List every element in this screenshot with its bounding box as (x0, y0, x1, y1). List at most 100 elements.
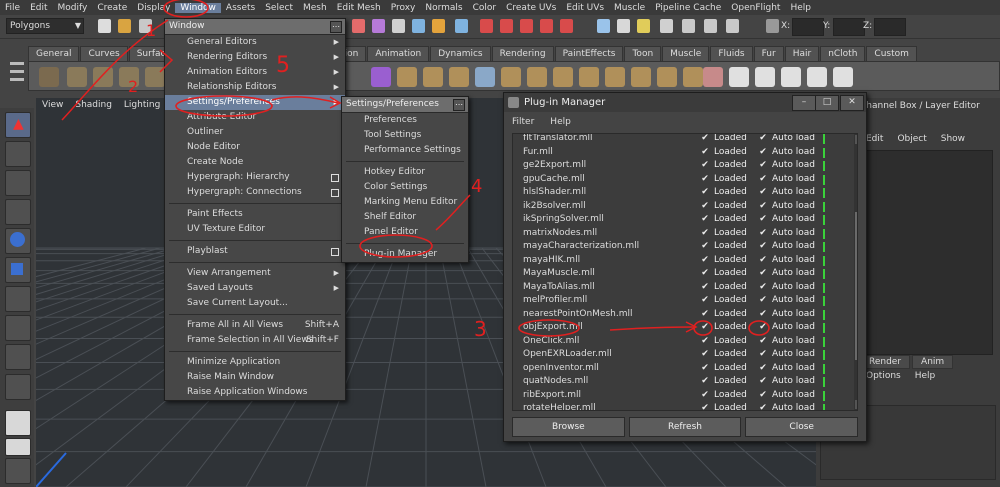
snap-curve-icon[interactable] (500, 19, 513, 33)
checker-icon[interactable] (833, 67, 853, 87)
loaded-checkbox[interactable]: ✔ Loaded (701, 321, 747, 335)
menu-help[interactable]: Help (785, 3, 816, 13)
settings_menu-item-tool-settings[interactable]: Tool Settings (342, 128, 468, 143)
autoload-checkbox[interactable]: ✔ Auto load (759, 402, 815, 410)
loaded-checkbox[interactable]: ✔ Loaded (701, 389, 747, 403)
menu-display[interactable]: Display (132, 3, 175, 13)
menu-edit-uvs[interactable]: Edit UVs (561, 3, 609, 13)
lasso-tool-icon[interactable] (5, 141, 31, 167)
plugin-info-icon[interactable] (823, 350, 825, 360)
poly-tool-icon[interactable] (449, 67, 469, 87)
settings_menu-item-plug-in-manager[interactable]: Plug-in Manager (342, 247, 468, 262)
plugin-info-icon[interactable] (823, 282, 825, 293)
save-scene-icon[interactable] (139, 19, 152, 33)
settings_menu-item-color-settings[interactable]: Color Settings (342, 180, 468, 195)
channel-menu-show[interactable]: Show (941, 134, 965, 144)
shelf-tab-fur[interactable]: Fur (753, 46, 784, 61)
last-tool-icon[interactable] (5, 374, 31, 400)
autoload-checkbox[interactable]: ✔ Auto load (759, 213, 815, 227)
select-by-icon[interactable] (372, 19, 385, 33)
menu-modify[interactable]: Modify (53, 3, 93, 13)
render-icon[interactable] (682, 19, 695, 33)
plugin-info-icon[interactable] (823, 377, 825, 387)
window_menu-item-attribute-editor[interactable]: Attribute Editor (165, 110, 345, 125)
autoload-checkbox[interactable]: ✔ Auto load (759, 294, 815, 308)
window_menu-item-paint-effects[interactable]: Paint Effects (165, 207, 345, 222)
layer-tab-render[interactable]: Render (860, 355, 911, 369)
shelf-tab-rendering[interactable]: Rendering (491, 46, 554, 61)
plugin-info-icon[interactable] (823, 161, 825, 171)
autoload-checkbox[interactable]: ✔ Auto load (759, 227, 815, 241)
window_menu-item-hypergraph-hierarchy[interactable]: Hypergraph: Hierarchy (165, 170, 345, 185)
render-view-icon[interactable] (660, 19, 673, 33)
window_menu-item-hypergraph-connections[interactable]: Hypergraph: Connections (165, 185, 345, 200)
shelf-tab-curves[interactable]: Curves (80, 46, 128, 61)
menu-create-uvs[interactable]: Create UVs (501, 3, 561, 13)
four-view-layout-icon[interactable] (5, 438, 31, 456)
z-field[interactable] (874, 18, 906, 36)
loaded-checkbox[interactable]: ✔ Loaded (701, 348, 747, 362)
window_menu-item-node-editor[interactable]: Node Editor (165, 140, 345, 155)
shelf-tab-painteffects[interactable]: PaintEffects (554, 46, 624, 61)
snap-plane-icon[interactable] (540, 19, 553, 33)
menu-edit-mesh[interactable]: Edit Mesh (332, 3, 386, 13)
plane-icon[interactable] (145, 67, 165, 87)
autoload-checkbox[interactable]: ✔ Auto load (759, 186, 815, 200)
autoload-checkbox[interactable]: ✔ Auto load (759, 321, 815, 335)
plugin-manager-titlebar[interactable]: Plug-in Manager – □ ✕ (504, 93, 866, 112)
settings_menu-item-hotkey-editor[interactable]: Hotkey Editor (342, 165, 468, 180)
settings_menu-item-shelf-editor[interactable]: Shelf Editor (342, 210, 468, 225)
scale-tool-icon[interactable] (5, 257, 31, 283)
settings_menu-item-marking-menu-editor[interactable]: Marking Menu Editor (342, 195, 468, 210)
settings_menu-item-panel-editor[interactable]: Panel Editor (342, 225, 468, 240)
menu-muscle[interactable]: Muscle (609, 3, 650, 13)
mode-selector[interactable]: Polygons ▼ (6, 18, 84, 34)
loaded-checkbox[interactable]: ✔ Loaded (701, 335, 747, 349)
menu-proxy[interactable]: Proxy (386, 3, 421, 13)
maximize-icon[interactable]: □ (815, 95, 839, 111)
scroll-down-icon[interactable]: ▼ (855, 400, 857, 409)
plugin-info-icon[interactable] (823, 242, 825, 252)
option-box-icon[interactable] (331, 174, 339, 182)
window_menu-item-minimize-application[interactable]: Minimize Application (165, 355, 345, 370)
single-view-layout-icon[interactable] (5, 410, 31, 436)
plugin-info-icon[interactable] (823, 269, 825, 279)
autoload-checkbox[interactable]: ✔ Auto load (759, 254, 815, 268)
snap-live-icon[interactable] (560, 19, 573, 33)
poly-tool-icon[interactable] (631, 67, 651, 87)
refresh-button[interactable]: Refresh (628, 417, 742, 437)
window_menu-item-frame-selection-in-all-views[interactable]: Frame Selection in All Views Shift+F (165, 333, 345, 348)
plugin-info-icon[interactable] (823, 336, 825, 347)
tear-off-icon[interactable]: ⋯ (453, 99, 465, 111)
plugin-info-icon[interactable] (823, 390, 825, 401)
window_menu-item-raise-application-windows[interactable]: Raise Application Windows (165, 385, 345, 400)
autoload-checkbox[interactable]: ✔ Auto load (759, 362, 815, 376)
cylinder-icon[interactable] (93, 67, 113, 87)
select-by-icon[interactable] (392, 19, 405, 33)
render-settings-icon[interactable] (726, 19, 739, 33)
shelf-tab-ncloth[interactable]: nCloth (820, 46, 866, 61)
autoload-checkbox[interactable]: ✔ Auto load (759, 308, 815, 322)
poly-tool-icon[interactable] (527, 67, 547, 87)
shelf-tab-dynamics[interactable]: Dynamics (430, 46, 491, 61)
autoload-checkbox[interactable]: ✔ Auto load (759, 159, 815, 173)
plugin-info-icon[interactable] (823, 228, 825, 239)
poly-tool-icon[interactable] (579, 67, 599, 87)
menu-openflight[interactable]: OpenFlight (726, 3, 785, 13)
viewport-menu-lighting[interactable]: Lighting (118, 100, 166, 113)
plugin-info-icon[interactable] (823, 188, 825, 198)
autoload-checkbox[interactable]: ✔ Auto load (759, 200, 815, 214)
autoload-checkbox[interactable]: ✔ Auto load (759, 389, 815, 403)
loaded-checkbox[interactable]: ✔ Loaded (701, 308, 747, 322)
channel-menu-object[interactable]: Object (897, 134, 926, 144)
plugin-list-scrollbar[interactable]: ▲ ▼ (854, 134, 857, 410)
shelf-tab-animation[interactable]: Animation (367, 46, 430, 61)
option-box-icon[interactable] (331, 189, 339, 197)
autoload-checkbox[interactable]: ✔ Auto load (759, 134, 815, 146)
autoload-checkbox[interactable]: ✔ Auto load (759, 281, 815, 295)
menu-mesh[interactable]: Mesh (298, 3, 332, 13)
window_menu-item-rendering-editors[interactable]: Rendering Editors ▶ (165, 50, 345, 65)
shelf-menu-icon[interactable] (10, 58, 24, 88)
autoload-checkbox[interactable]: ✔ Auto load (759, 146, 815, 160)
menu-edit[interactable]: Edit (25, 3, 52, 13)
